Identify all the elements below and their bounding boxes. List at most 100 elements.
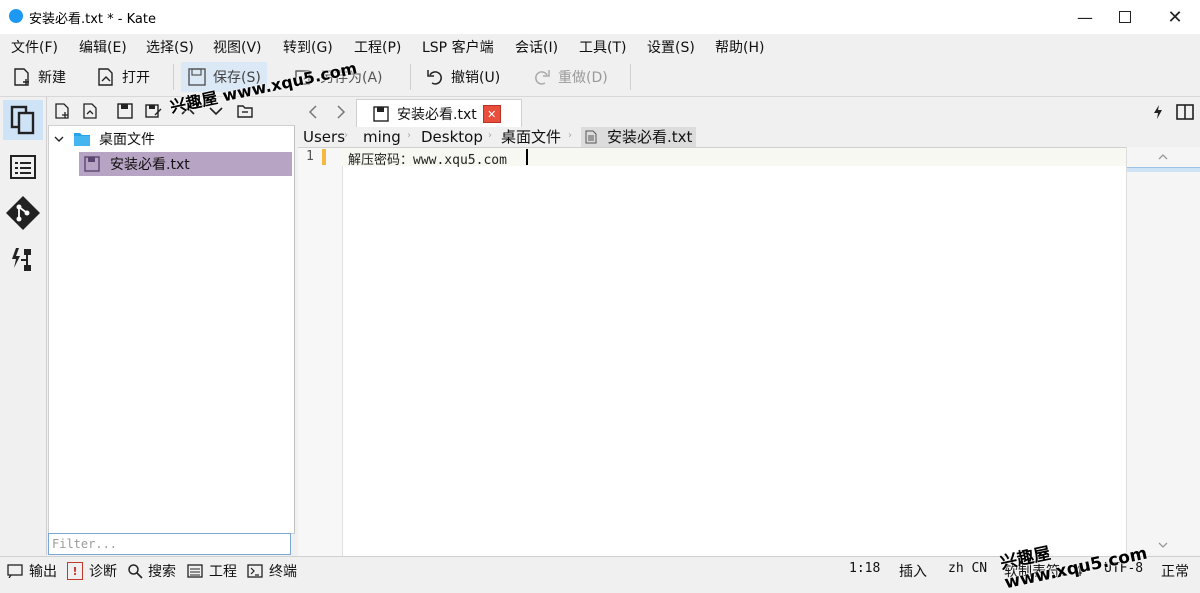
save-as-file-icon[interactable]: [144, 102, 162, 120]
menu-bar: 文件(F) 编辑(E) 选择(S) 视图(V) 转到(G) 工程(P) LSP …: [0, 34, 1200, 58]
chevron-down-icon[interactable]: [53, 133, 65, 145]
terminal-icon: [247, 564, 263, 578]
minimap-viewport[interactable]: [1127, 167, 1200, 172]
split-view-icon[interactable]: [1176, 103, 1194, 121]
text-editor[interactable]: 1 解压密码：www.xqu5.com: [298, 147, 1126, 556]
list-icon: [10, 155, 36, 179]
menu-goto[interactable]: 转到(G): [283, 37, 333, 57]
tree-file-label: 安装必看.txt: [110, 157, 190, 173]
quick-open-icon[interactable]: [1152, 104, 1164, 120]
output-button[interactable]: 输出: [7, 561, 57, 581]
breadcrumb: Users › ming › Desktop › 桌面文件 › 安装必看.txt: [296, 127, 1200, 147]
line-gutter: 1: [298, 148, 343, 556]
new-document-icon: [14, 68, 29, 86]
toolbar-separator: [410, 64, 411, 90]
breadcrumb-ming[interactable]: ming: [363, 127, 401, 147]
minimap-scrollbar[interactable]: [1126, 147, 1200, 555]
menu-lsp-client[interactable]: LSP 客户端: [422, 37, 494, 57]
save-icon: [373, 106, 389, 122]
undo-icon: [427, 70, 442, 85]
open-document-icon: [98, 68, 113, 86]
tab-label: 安装必看.txt: [397, 107, 477, 123]
close-tab-icon[interactable]: ✕: [482, 105, 501, 123]
editor-line-text[interactable]: 解压密码：www.xqu5.com: [348, 149, 507, 168]
diagnostics-icon: !: [67, 562, 83, 580]
text-cursor: [526, 149, 528, 165]
new-button[interactable]: 新建: [12, 62, 66, 92]
highlight-mode[interactable]: 正常: [1161, 561, 1189, 581]
project-list-icon: [187, 564, 203, 578]
menu-project[interactable]: 工程(P): [354, 37, 401, 57]
documents-icon: [10, 105, 35, 135]
breadcrumb-folder[interactable]: 桌面文件: [501, 127, 561, 147]
menu-tools[interactable]: 工具(T): [579, 37, 626, 57]
project-label: 工程: [209, 564, 237, 580]
redo-icon: [535, 70, 550, 85]
breadcrumb-file-label: 安装必看.txt: [607, 128, 693, 146]
menu-select[interactable]: 选择(S): [146, 37, 194, 57]
open-button[interactable]: 打开: [96, 62, 150, 92]
tree-folder-label: 桌面文件: [99, 132, 155, 148]
undo-button[interactable]: 撤销(U): [425, 62, 500, 92]
maximize-icon: [1119, 11, 1131, 23]
tree-folder-row[interactable]: 桌面文件: [49, 129, 292, 149]
breadcrumb-separator: ›: [568, 130, 572, 141]
git-panel-button[interactable]: [3, 193, 43, 233]
menu-file[interactable]: 文件(F): [11, 37, 58, 57]
git-icon: [6, 196, 40, 230]
kate-logo-icon: [9, 9, 23, 23]
left-sidebar: [0, 97, 47, 555]
maximize-button[interactable]: [1102, 0, 1148, 34]
terminal-button[interactable]: 终端: [247, 561, 297, 581]
new-file-icon[interactable]: [53, 102, 71, 120]
project-tree-icon: [12, 248, 31, 271]
save-file-icon[interactable]: [116, 102, 134, 120]
output-icon: [7, 564, 23, 578]
menu-settings[interactable]: 设置(S): [647, 37, 695, 57]
toolbar-separator: [173, 64, 174, 90]
input-mode[interactable]: 插入: [899, 561, 927, 581]
breadcrumb-file[interactable]: 安装必看.txt: [581, 127, 697, 147]
toolbar-separator: [630, 64, 631, 90]
modified-file-icon: [84, 156, 100, 172]
menu-edit[interactable]: 编辑(E): [79, 37, 127, 57]
close-button[interactable]: ✕: [1152, 0, 1198, 34]
documents-panel-button[interactable]: [3, 100, 43, 140]
folder-sync-icon[interactable]: [236, 102, 254, 120]
project-button[interactable]: 工程: [187, 561, 237, 581]
search-icon: [128, 564, 143, 579]
undo-label: 撤销(U): [451, 70, 501, 86]
open-file-icon[interactable]: [81, 102, 99, 120]
menu-sessions[interactable]: 会话(I): [515, 37, 558, 57]
diagnostics-label: 诊断: [89, 564, 117, 580]
breadcrumb-desktop[interactable]: Desktop: [421, 127, 483, 147]
filter-input[interactable]: Filter...: [48, 533, 291, 555]
menu-view[interactable]: 视图(V): [213, 37, 262, 57]
chevron-right-icon[interactable]: [334, 104, 348, 120]
text-file-icon: [585, 130, 597, 144]
projects-panel-button[interactable]: [3, 240, 43, 280]
title-bar: 安装必看.txt * - Kate — ✕: [0, 0, 1200, 35]
symbols-panel-button[interactable]: [3, 147, 43, 187]
search-button[interactable]: 搜索: [127, 561, 176, 581]
redo-label: 重做(D): [558, 70, 608, 86]
folder-icon: [74, 133, 90, 146]
diagnostics-button[interactable]: ! 诊断: [67, 561, 117, 581]
tab-document[interactable]: 安装必看.txt ✕: [356, 99, 522, 128]
scroll-up-icon[interactable]: [1157, 153, 1169, 161]
tree-file-row[interactable]: 安装必看.txt: [79, 152, 292, 176]
open-label: 打开: [122, 70, 150, 86]
terminal-label: 终端: [269, 564, 297, 580]
new-label: 新建: [38, 70, 66, 86]
chevron-left-icon[interactable]: [306, 104, 320, 120]
output-label: 输出: [29, 564, 57, 580]
breadcrumb-separator: ›: [407, 130, 411, 141]
breadcrumb-separator: ›: [344, 130, 348, 141]
menu-help[interactable]: 帮助(H): [715, 37, 764, 57]
breadcrumb-separator: ›: [488, 130, 492, 141]
dictionary-language[interactable]: zh CN: [948, 561, 987, 576]
cursor-position[interactable]: 1:18: [849, 561, 880, 576]
breadcrumb-users[interactable]: Users: [303, 127, 345, 147]
redo-button[interactable]: 重做(D): [532, 62, 608, 92]
file-tree: 桌面文件 安装必看.txt: [48, 125, 295, 534]
